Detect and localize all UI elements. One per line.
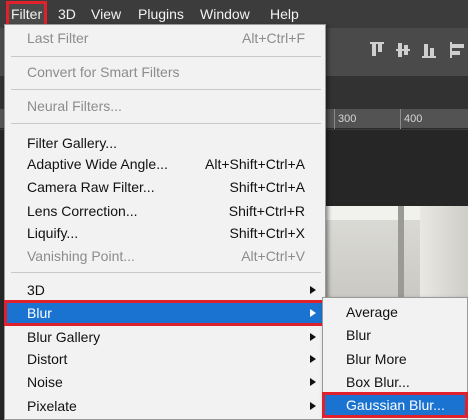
menu-item-neural-filters[interactable]: Neural Filters... bbox=[5, 94, 325, 118]
submenu-arrow-icon bbox=[310, 333, 316, 341]
submenu-item-gaussian-blur[interactable]: Gaussian Blur... bbox=[322, 392, 468, 418]
submenu-item-box-blur[interactable]: Box Blur... bbox=[323, 370, 467, 394]
menu-item-liquify[interactable]: Liquify... Shift+Ctrl+X bbox=[5, 221, 325, 245]
menu-item-vanishing-point[interactable]: Vanishing Point... Alt+Ctrl+V bbox=[5, 244, 325, 268]
menu-item-blur-gallery[interactable]: Blur Gallery bbox=[5, 325, 325, 349]
menu-item-last-filter[interactable]: Last Filter Alt+Ctrl+F bbox=[5, 26, 325, 50]
submenu-item-label: Blur More bbox=[346, 351, 407, 367]
ruler-label-400: 400 bbox=[404, 113, 423, 125]
menu-item-shortcut: Alt+Ctrl+F bbox=[241, 30, 305, 46]
menu-3d[interactable]: 3D bbox=[55, 3, 79, 25]
ruler-label-300: 300 bbox=[338, 113, 357, 125]
menu-item-label: Distort bbox=[27, 351, 68, 367]
menu-item-pixelate[interactable]: Pixelate bbox=[5, 394, 325, 418]
filter-dropdown-menu: Last Filter Alt+Ctrl+F Convert for Smart… bbox=[4, 24, 326, 420]
menu-item-shortcut: Alt+Ctrl+V bbox=[241, 248, 305, 264]
menu-separator bbox=[11, 89, 321, 90]
ruler-tick bbox=[334, 109, 335, 129]
submenu-item-label: Gaussian Blur... bbox=[346, 397, 445, 413]
menu-item-label: Convert for Smart Filters bbox=[27, 64, 180, 80]
menu-separator bbox=[11, 56, 321, 57]
menu-item-blur[interactable]: Blur bbox=[4, 300, 326, 326]
submenu-item-label: Box Blur... bbox=[346, 374, 410, 390]
menu-item-label: Blur Gallery bbox=[27, 329, 101, 345]
menu-separator bbox=[11, 123, 321, 124]
menu-item-adaptive-wide-angle[interactable]: Adaptive Wide Angle... Alt+Shift+Ctrl+A bbox=[5, 152, 325, 176]
align-left-icon[interactable] bbox=[450, 42, 464, 58]
menu-item-label: Noise bbox=[27, 374, 63, 390]
menu-item-label: Lens Correction... bbox=[27, 203, 138, 219]
menu-item-shortcut: Shift+Ctrl+R bbox=[228, 203, 305, 219]
menu-item-label: Pixelate bbox=[27, 398, 77, 414]
align-bottom-icon[interactable] bbox=[422, 44, 436, 58]
menu-item-distort[interactable]: Distort bbox=[5, 347, 325, 371]
menu-item-label: Vanishing Point... bbox=[27, 248, 135, 264]
menu-separator bbox=[11, 272, 321, 273]
ruler-tick bbox=[400, 109, 401, 129]
menu-item-label: Blur bbox=[27, 305, 52, 321]
submenu-item-blur-more[interactable]: Blur More bbox=[323, 347, 467, 371]
menu-item-shortcut: Shift+Ctrl+A bbox=[229, 179, 305, 195]
menu-item-label: Liquify... bbox=[27, 225, 79, 241]
menu-help[interactable]: Help bbox=[267, 3, 302, 25]
submenu-item-average[interactable]: Average bbox=[323, 300, 467, 324]
menu-item-label: 3D bbox=[27, 282, 45, 298]
submenu-arrow-icon bbox=[310, 402, 316, 410]
menu-window[interactable]: Window bbox=[197, 3, 253, 25]
submenu-arrow-icon bbox=[310, 309, 316, 317]
submenu-item-label: Average bbox=[346, 304, 398, 320]
submenu-arrow-icon bbox=[310, 355, 316, 363]
align-vertical-center-icon[interactable] bbox=[396, 43, 410, 57]
menu-item-camera-raw-filter[interactable]: Camera Raw Filter... Shift+Ctrl+A bbox=[5, 175, 325, 199]
menu-item-3d[interactable]: 3D bbox=[5, 278, 325, 302]
menu-item-lens-correction[interactable]: Lens Correction... Shift+Ctrl+R bbox=[5, 199, 325, 223]
align-icons-group bbox=[368, 40, 468, 60]
menu-item-label: Neural Filters... bbox=[27, 98, 122, 114]
menu-item-label: Last Filter bbox=[27, 30, 89, 46]
menu-item-label: Adaptive Wide Angle... bbox=[27, 156, 168, 172]
submenu-arrow-icon bbox=[310, 378, 316, 386]
blur-submenu: Average Blur Blur More Box Blur... Gauss… bbox=[322, 297, 468, 420]
menu-item-convert-smart-filters[interactable]: Convert for Smart Filters bbox=[5, 60, 325, 84]
menu-plugins[interactable]: Plugins bbox=[135, 3, 187, 25]
menu-item-label: Camera Raw Filter... bbox=[27, 179, 155, 195]
submenu-arrow-icon bbox=[310, 286, 316, 294]
submenu-item-label: Blur bbox=[346, 327, 371, 343]
menu-item-shortcut: Alt+Shift+Ctrl+A bbox=[205, 156, 305, 172]
menu-item-shortcut: Shift+Ctrl+X bbox=[229, 225, 305, 241]
menu-filter[interactable]: Filter bbox=[5, 1, 48, 27]
menu-item-noise[interactable]: Noise bbox=[5, 370, 325, 394]
menu-view[interactable]: View bbox=[88, 3, 124, 25]
submenu-item-blur[interactable]: Blur bbox=[323, 323, 467, 347]
align-top-icon[interactable] bbox=[370, 42, 384, 56]
